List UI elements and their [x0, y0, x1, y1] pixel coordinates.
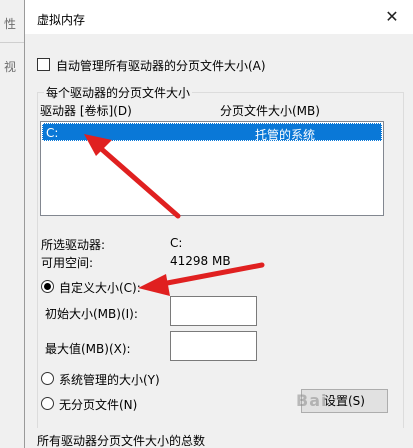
- max-size-input[interactable]: [170, 331, 257, 361]
- no-paging-label: 无分页文件(N): [59, 398, 138, 412]
- drive-list-row-c[interactable]: C: 托管的系统: [42, 123, 382, 142]
- virtual-memory-dialog: 虚拟内存 ✕ 自动管理所有驱动器的分页文件大小(A) 每个驱动器的分页文件大小 …: [24, 0, 413, 448]
- watermark: Bai: [296, 391, 328, 410]
- initial-size-input[interactable]: [170, 296, 257, 326]
- system-managed-label: 系统管理的大小(Y): [59, 373, 160, 387]
- paging-size-cell: 托管的系统: [255, 128, 316, 142]
- selected-drive-label: 所选驱动器:: [41, 238, 106, 252]
- drive-column-header: 驱动器 [卷标](D): [40, 104, 132, 118]
- auto-manage-checkbox[interactable]: [37, 58, 50, 71]
- group-title: 每个驱动器的分页文件大小: [44, 84, 193, 101]
- dialog-title: 虚拟内存: [37, 13, 86, 27]
- custom-size-radio[interactable]: [41, 280, 54, 293]
- paging-size-column-header: 分页文件大小(MB): [220, 104, 320, 118]
- drive-list[interactable]: C: 托管的系统: [40, 121, 384, 216]
- system-managed-radio[interactable]: [41, 372, 54, 385]
- auto-manage-label: 自动管理所有驱动器的分页文件大小(A): [56, 59, 266, 73]
- background-tab-label: 性: [4, 17, 17, 31]
- close-icon[interactable]: ✕: [382, 7, 402, 27]
- background-tab-label-2: 视: [4, 60, 17, 74]
- available-space-label: 可用空间:: [41, 256, 94, 270]
- initial-size-label: 初始大小(MB)(I):: [45, 307, 138, 321]
- drive-cell: C:: [46, 126, 59, 140]
- total-section-label: 所有驱动器分页文件大小的总数: [37, 434, 206, 448]
- max-size-label: 最大值(MB)(X):: [45, 342, 131, 356]
- selected-drive-value: C:: [170, 236, 183, 250]
- available-space-value: 41298 MB: [170, 254, 231, 268]
- no-paging-radio[interactable]: [41, 397, 54, 410]
- background-tab-divider: [0, 42, 24, 43]
- title-bar: 虚拟内存 ✕: [25, 0, 413, 34]
- custom-size-label: 自定义大小(C):: [59, 281, 141, 295]
